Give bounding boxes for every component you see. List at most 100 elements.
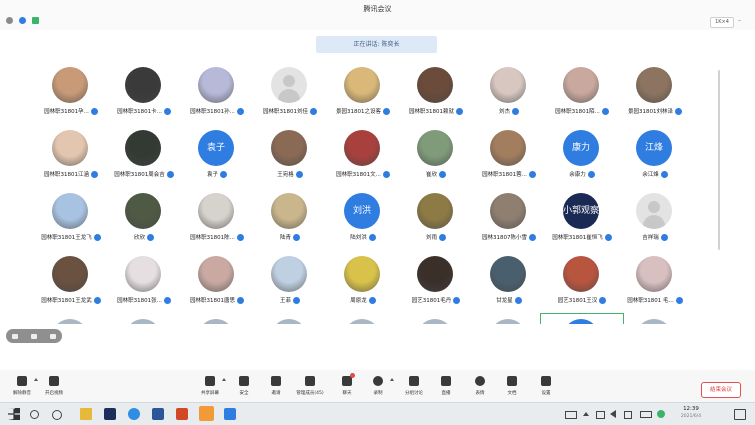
participant-tile[interactable]: 小郭观察 园林职31801崔恒飞 (541, 188, 623, 250)
participant-name-row: 刘杰 (468, 107, 550, 115)
battery-icon[interactable] (640, 411, 652, 418)
toolbar-item[interactable]: 录制 (360, 376, 396, 396)
toolbar-item[interactable]: 邀请 (258, 376, 294, 396)
toolbar-item[interactable]: 管理成员(45) (292, 376, 328, 396)
participant-tile[interactable]: 园林职31801江涵 (30, 125, 112, 187)
grid-scrollbar[interactable] (718, 70, 720, 250)
signal-icon[interactable] (32, 17, 39, 24)
participant-tile[interactable]: 园林职31801王龙武 (30, 251, 112, 313)
toolbar-item[interactable]: 文档 (494, 376, 530, 396)
end-meeting-button[interactable]: 结束会议 (701, 382, 741, 398)
participant-tile-partial[interactable] (249, 314, 331, 324)
participant-tile-partial[interactable] (322, 314, 404, 324)
app-icon[interactable] (199, 406, 214, 421)
mic-status-icon (295, 171, 303, 178)
windows-start-icon[interactable] (8, 408, 20, 420)
participant-tile[interactable]: 江烽 余江烽 (614, 125, 696, 187)
participant-tile[interactable]: 园林职31801文... (322, 125, 404, 187)
participant-tile[interactable]: 甘龙星 (468, 251, 550, 313)
participant-tile-partial[interactable] (614, 314, 696, 324)
participant-tile[interactable]: 园林职31801孙... (176, 62, 258, 124)
participant-tile[interactable]: 刘雨 (395, 188, 477, 250)
tencent-meeting-icon[interactable] (224, 408, 236, 420)
participant-tile[interactable]: 园林职31801陌... (541, 62, 623, 124)
mic-status-icon (237, 297, 244, 304)
participant-tile[interactable]: 园林职31801刘佳 (249, 62, 331, 124)
participant-tile[interactable]: 康力 余康力 (541, 125, 623, 187)
participant-tile[interactable]: 园林31807陈小雪 (468, 188, 550, 250)
edge-icon[interactable] (128, 408, 140, 420)
input-method-icon[interactable] (624, 411, 632, 419)
chevron-up-icon[interactable] (390, 378, 394, 381)
minimize-icon[interactable]: – (738, 17, 741, 24)
participant-name-row: 园林职31801刘佳 (249, 107, 331, 115)
info-icon[interactable] (6, 17, 13, 24)
word-icon[interactable] (152, 408, 164, 420)
participant-tile[interactable]: 景园31801之设客 (322, 62, 404, 124)
avatar (125, 319, 161, 324)
participant-tile-partial[interactable] (468, 314, 550, 324)
mic-status-icon (453, 297, 461, 304)
participant-tile[interactable]: 园林职31801蓉... (468, 125, 550, 187)
participant-tile[interactable]: 园艺31801毛丹 (395, 251, 477, 313)
participant-name: 周原龙 (350, 298, 367, 304)
keyboard-icon[interactable] (565, 411, 577, 419)
volume-icon[interactable] (610, 410, 616, 418)
list-view-icon[interactable] (30, 333, 37, 339)
participant-tile[interactable]: 刘杰 (468, 62, 550, 124)
toolbar-item[interactable]: 共享屏幕 (192, 376, 228, 396)
participant-tile[interactable]: 园艺31801王汉 (541, 251, 623, 313)
participant-tile[interactable]: 园林职31801 毛... (614, 251, 696, 313)
participant-tile[interactable]: 袁子 袁子 (176, 125, 258, 187)
toolbar-item[interactable]: 设置 (528, 376, 564, 396)
shield-status-icon[interactable] (19, 17, 26, 24)
mic-status-icon (310, 108, 317, 115)
participant-tile[interactable]: 园林职31801周会吉 (103, 125, 185, 187)
participant-tile[interactable]: 园林职31801孕... (30, 62, 112, 124)
notification-icon[interactable] (734, 409, 746, 420)
avatar (52, 256, 88, 292)
participant-tile[interactable]: 陆青 (249, 188, 331, 250)
participant-tile[interactable]: 欣欣 (103, 188, 185, 250)
participant-tile[interactable]: 园林职31801王龙飞 (30, 188, 112, 250)
search-icon[interactable] (30, 410, 39, 419)
file-explorer-icon[interactable] (80, 408, 92, 420)
participant-tile-partial[interactable] (30, 314, 112, 324)
participant-tile[interactable]: 园林职31801唐思 (176, 251, 258, 313)
avatar (344, 256, 380, 292)
task-view-icon[interactable] (52, 410, 62, 420)
collapse-icon[interactable] (49, 333, 56, 339)
powerpoint-icon[interactable] (176, 408, 188, 420)
tray-arrow-icon[interactable] (583, 412, 589, 416)
mic-status-icon (514, 297, 522, 304)
participant-tile-partial[interactable] (103, 314, 185, 324)
participant-tile[interactable]: 园林职31801赖就 (395, 62, 477, 124)
participant-tile[interactable]: 景园31801刘林泽 (614, 62, 696, 124)
photoshop-icon[interactable] (104, 408, 116, 420)
toolbar-item[interactable]: 开启视频 (36, 376, 72, 396)
participant-tile-partial[interactable] (395, 314, 477, 324)
participant-tile[interactable]: 园林职31801张... (103, 251, 185, 313)
participant-tile-partial[interactable] (176, 314, 258, 324)
participant-tile-partial[interactable] (540, 313, 624, 324)
taskbar-clock[interactable]: 12:39 2021/6/4 (674, 406, 708, 420)
toolbar-item[interactable]: 分组讨论 (396, 376, 432, 396)
mini-controls[interactable] (6, 329, 62, 343)
wechat-icon[interactable] (657, 410, 665, 418)
view-toggle-button[interactable]: 1K×4 (710, 17, 734, 28)
grid-view-icon[interactable] (12, 333, 19, 339)
participant-tile[interactable]: 吉祥瑞 (614, 188, 696, 250)
toolbar-item-label: 设置 (541, 391, 551, 396)
toolbar-item[interactable]: 直播 (428, 376, 464, 396)
toolbar-item[interactable]: 解除静音 (4, 376, 40, 396)
toolbar-item[interactable]: 表情 (462, 376, 498, 396)
participant-tile[interactable]: 崔欣 (395, 125, 477, 187)
participant-tile[interactable]: 刘洪 陆刘洪 (322, 188, 404, 250)
network-icon[interactable] (596, 411, 605, 419)
participant-tile[interactable]: 王菲 (249, 251, 331, 313)
participant-tile[interactable]: 王宛格 (249, 125, 331, 187)
participant-tile[interactable]: 周原龙 (322, 251, 404, 313)
participant-tile[interactable]: 园林职31801卡... (103, 62, 185, 124)
participant-tile[interactable]: 园林职31801陈... (176, 188, 258, 250)
toolbar-item[interactable]: 安全 (226, 376, 262, 396)
